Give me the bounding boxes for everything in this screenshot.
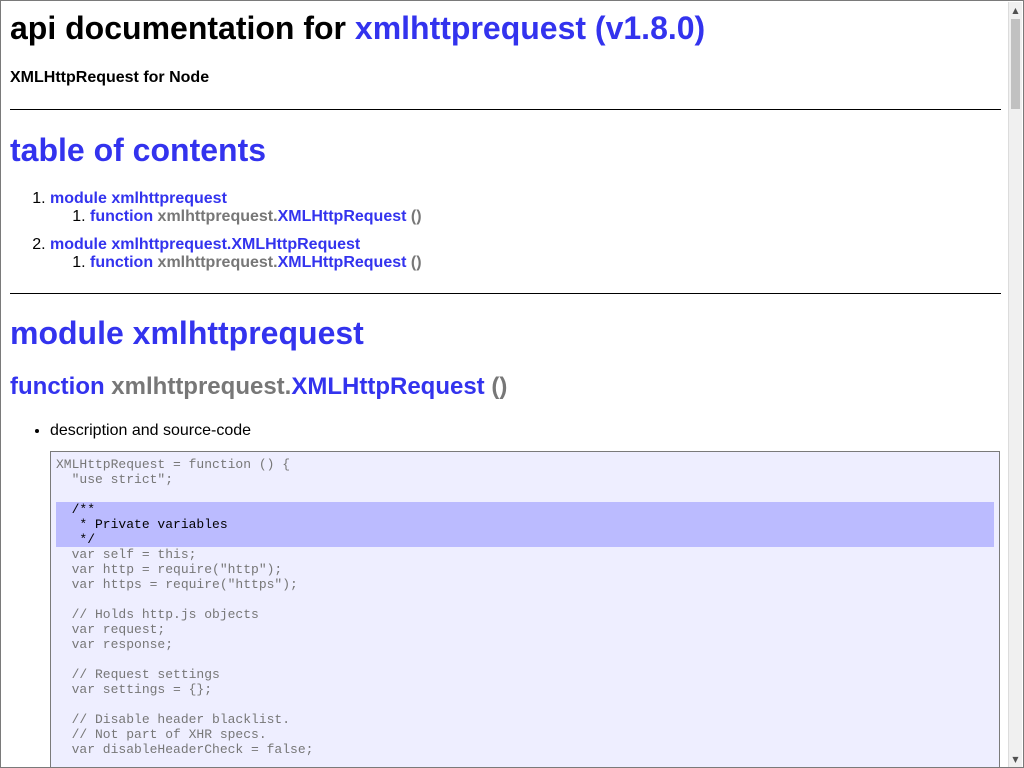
function-keyword: function: [90, 208, 154, 225]
source-code: XMLHttpRequest = function () { "use stri…: [51, 452, 999, 767]
function-name: XMLHttpRequest: [277, 208, 407, 225]
code-line-highlighted: */: [56, 532, 994, 547]
module-heading-link[interactable]: module xmlhttprequest: [10, 315, 364, 351]
code-line: var self = this;: [56, 547, 197, 562]
scroll-down-icon[interactable]: ▼: [1009, 753, 1022, 766]
code-line: // Disable header blacklist.: [56, 712, 291, 727]
toc-sublist: function xmlhttprequest.XMLHttpRequest (…: [50, 208, 1001, 226]
divider: [10, 293, 1001, 294]
toc-item-module-xmlhttprequest-xmlhttprequest: module xmlhttprequest.XMLHttpRequest fun…: [50, 236, 1001, 272]
package-description: XMLHttpRequest for Node: [10, 69, 210, 86]
scrollbar-thumb[interactable]: [1011, 19, 1020, 109]
toc-subitem: function xmlhttprequest.XMLHttpRequest (…: [90, 208, 1001, 226]
code-line: XMLHttpRequest = function () {: [56, 457, 291, 472]
code-line-highlighted: * Private variables: [56, 517, 994, 532]
function-signature: (): [406, 254, 422, 271]
detail-list: description and source-code: [10, 421, 1001, 441]
code-line: var request;: [56, 622, 166, 637]
module-heading: module xmlhttprequest: [10, 314, 1001, 352]
code-line: // Holds http.js objects: [56, 607, 259, 622]
page-title: api documentation for xmlhttprequest (v1…: [10, 9, 1001, 47]
code-line: var settings = {};: [56, 682, 213, 697]
toc-heading-link[interactable]: table of contents: [10, 132, 266, 168]
function-heading-namespace: xmlhttprequest.: [104, 373, 292, 400]
code-line: // Not part of XHR specs.: [56, 727, 267, 742]
package-link[interactable]: xmlhttprequest (v1.8.0): [355, 10, 705, 46]
divider: [10, 109, 1001, 110]
function-heading: function xmlhttprequest.XMLHttpRequest (…: [10, 373, 1001, 401]
browser-viewport: api documentation for xmlhttprequest (v1…: [0, 0, 1024, 768]
function-namespace: xmlhttprequest.: [157, 208, 278, 225]
page-title-prefix: api documentation for: [10, 10, 355, 46]
function-namespace: xmlhttprequest.: [157, 254, 278, 271]
vertical-scrollbar[interactable]: ▲ ▼: [1008, 2, 1022, 767]
function-heading-keyword[interactable]: function: [10, 373, 105, 400]
toc-link-function[interactable]: function xmlhttprequest.XMLHttpRequest (…: [90, 254, 422, 271]
toc-heading: table of contents: [10, 131, 1001, 169]
scroll-up-icon[interactable]: ▲: [1009, 4, 1022, 17]
toc-list: module xmlhttprequest function xmlhttpre…: [10, 190, 1001, 272]
function-heading-name[interactable]: XMLHttpRequest: [291, 373, 484, 400]
code-line: var disableHeaderCheck = false;: [56, 742, 314, 757]
page-content: api documentation for xmlhttprequest (v1…: [10, 1, 1001, 441]
toc-link-function[interactable]: function xmlhttprequest.XMLHttpRequest (…: [90, 208, 422, 225]
code-line: "use strict";: [56, 472, 174, 487]
toc-item-module-xmlhttprequest: module xmlhttprequest function xmlhttpre…: [50, 190, 1001, 226]
function-heading-signature: (): [484, 373, 508, 400]
toc-link-module-xmlhttprequest-xmlhttprequest[interactable]: module xmlhttprequest.XMLHttpRequest: [50, 236, 360, 253]
toc-subitem: function xmlhttprequest.XMLHttpRequest (…: [90, 254, 1001, 272]
code-line-highlighted: /**: [56, 502, 994, 517]
toc-link-module-xmlhttprequest[interactable]: module xmlhttprequest: [50, 190, 227, 207]
function-name: XMLHttpRequest: [277, 254, 407, 271]
source-code-block[interactable]: XMLHttpRequest = function () { "use stri…: [50, 451, 1000, 767]
code-line: var response;: [56, 637, 174, 652]
function-signature: (): [406, 208, 422, 225]
toc-sublist: function xmlhttprequest.XMLHttpRequest (…: [50, 254, 1001, 272]
description-item: description and source-code: [50, 421, 1001, 441]
code-line: var http = require("http");: [56, 562, 283, 577]
function-keyword: function: [90, 254, 154, 271]
code-line: // Request settings: [56, 667, 220, 682]
code-line: var https = require("https");: [56, 577, 298, 592]
